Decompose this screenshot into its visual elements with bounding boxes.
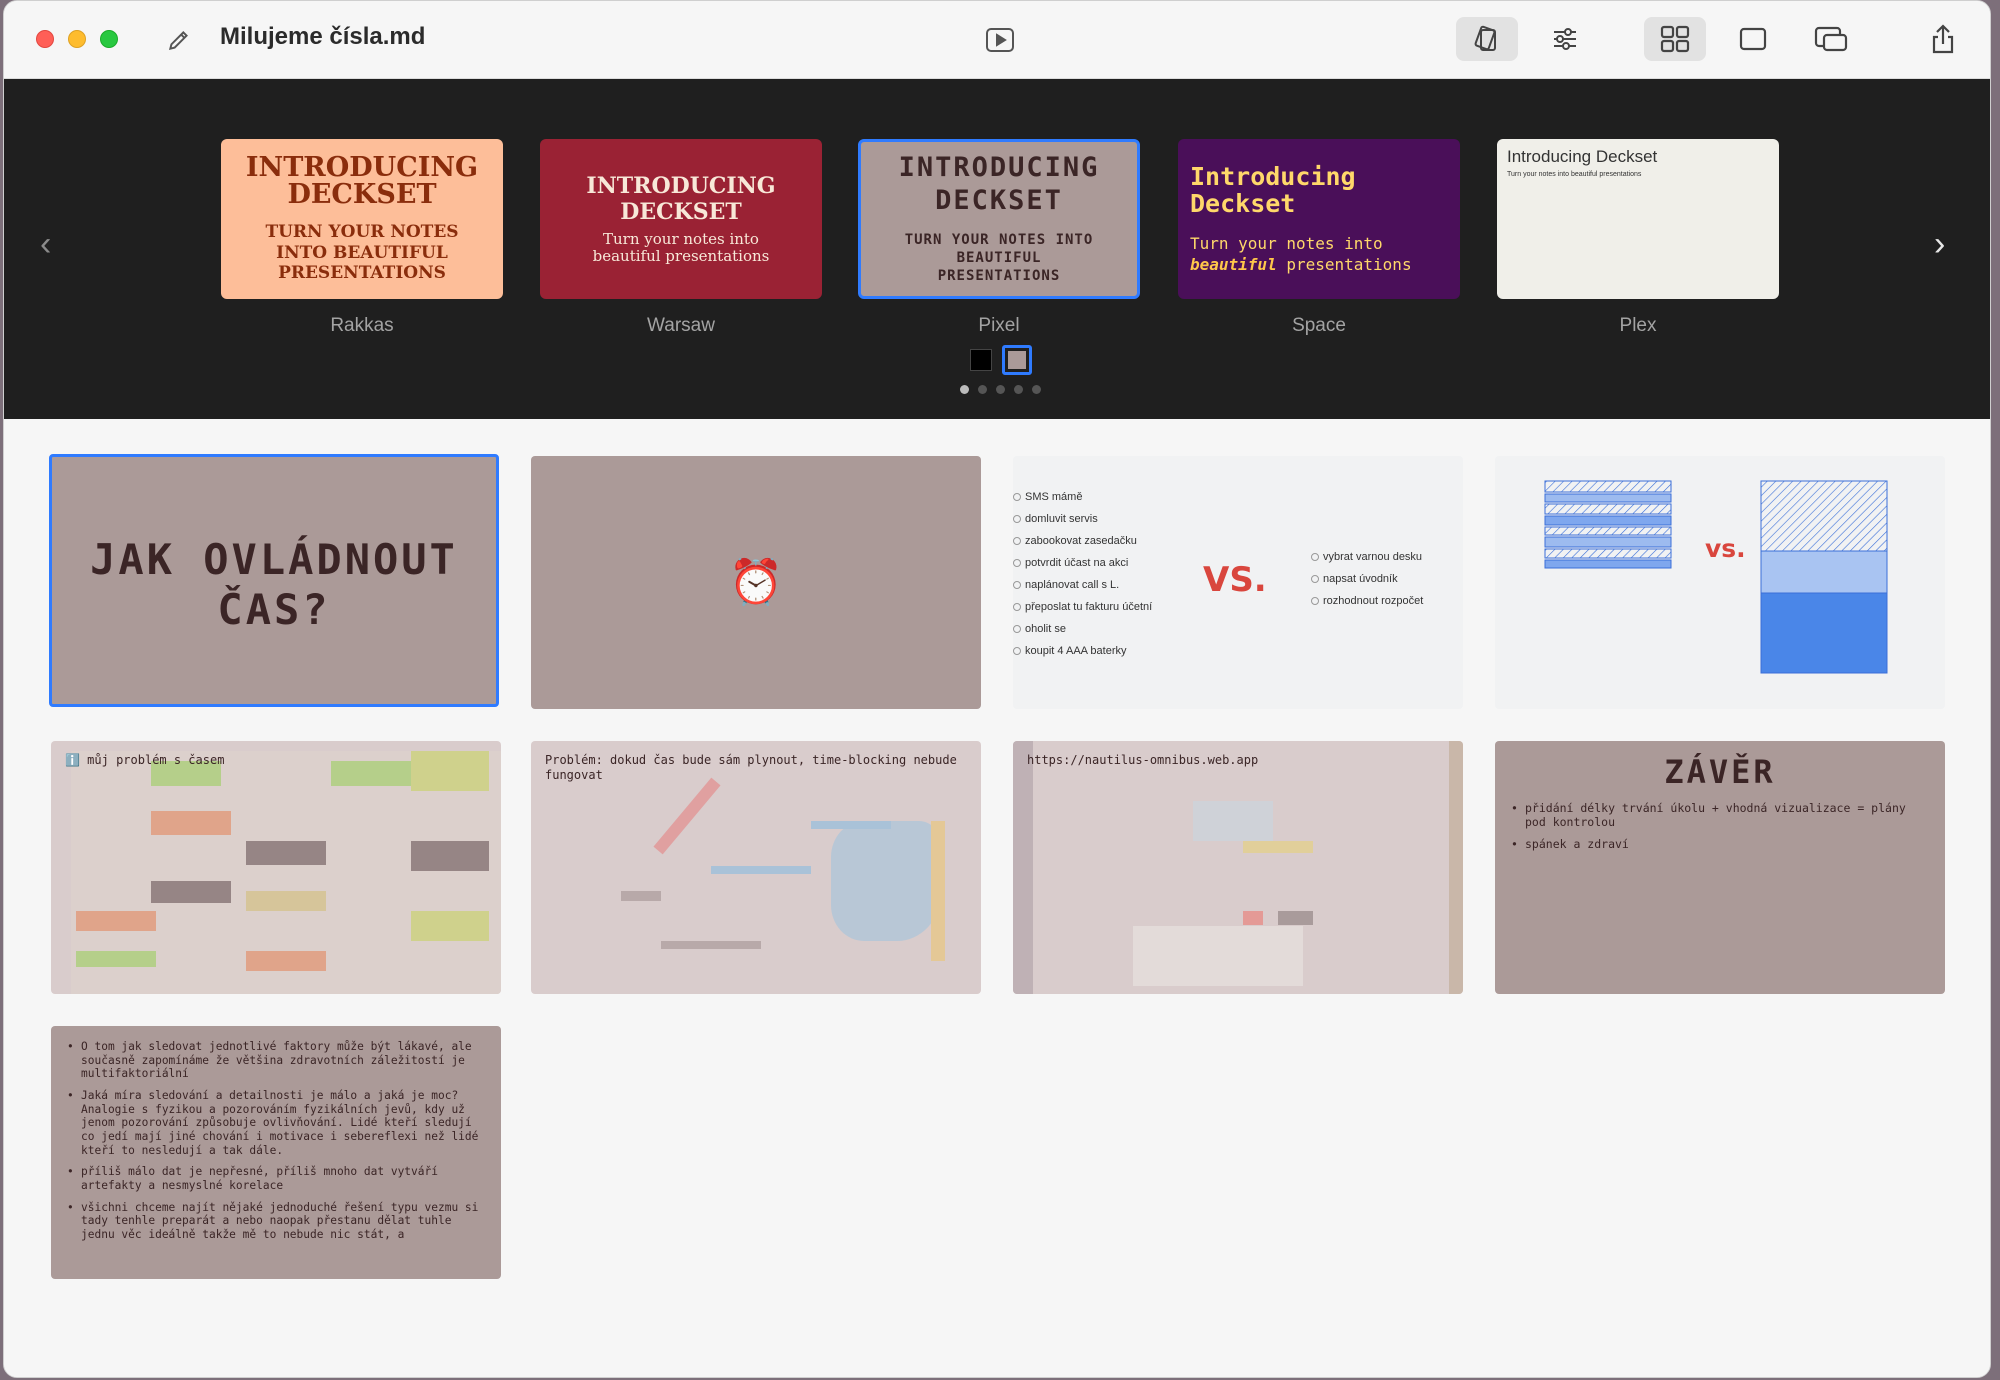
windows-icon[interactable] bbox=[1800, 17, 1862, 61]
theme-picker: ‹ › INTRODUCING DECKSET TURN YOUR NOTES … bbox=[4, 79, 1990, 419]
theme-name: Rakkas bbox=[330, 315, 394, 336]
chevron-right-icon[interactable]: › bbox=[1934, 227, 1945, 261]
list-item: potvrdit účast na akci bbox=[1013, 552, 1152, 574]
slide-title-line: JAK OVLÁDNOUT bbox=[90, 535, 458, 584]
list-item: přidání délky trvání úkolu + vhodná vizu… bbox=[1507, 801, 1927, 829]
play-icon[interactable] bbox=[982, 23, 1018, 57]
page-dot[interactable] bbox=[996, 385, 1005, 394]
list-item: naplánovat call s L. bbox=[1013, 574, 1152, 596]
page-dot[interactable] bbox=[1032, 385, 1041, 394]
theme-name: Plex bbox=[1619, 315, 1657, 336]
theme-pixel[interactable]: INTRODUCING DECKSET TURN YOUR NOTES INTO… bbox=[858, 139, 1140, 337]
list-item: napsat úvodník bbox=[1311, 568, 1423, 590]
theme-subtitle: Turn your notes into beautiful presentat… bbox=[1507, 171, 1642, 178]
color-variant-gray[interactable] bbox=[1002, 345, 1032, 375]
list-item: spánek a zdraví bbox=[1507, 837, 1927, 851]
page-dot[interactable] bbox=[1014, 385, 1023, 394]
slide-9[interactable]: O tom jak sledovat jednotlivé faktory mů… bbox=[51, 1026, 501, 1279]
theme-heading: INTRODUCING DECKSET bbox=[898, 152, 1100, 216]
slide-caption: https://nautilus-omnibus.web.app bbox=[1027, 753, 1259, 767]
chevron-left-icon[interactable]: ‹ bbox=[40, 227, 51, 261]
theme-name: Space bbox=[1292, 315, 1346, 336]
slide-title: ZÁVĚR bbox=[1664, 753, 1776, 791]
theme-name: Warsaw bbox=[647, 315, 715, 336]
list-item: rozhodnout rozpočet bbox=[1311, 590, 1423, 612]
theme-warsaw[interactable]: INTRODUCING DECKSET Turn your notes into… bbox=[540, 139, 822, 337]
slide-7[interactable]: https://nautilus-omnibus.web.app bbox=[1013, 741, 1463, 994]
titlebar: Milujeme čísla.md bbox=[4, 1, 1990, 79]
minimize-window-button[interactable] bbox=[68, 30, 86, 48]
list-item: příliš málo dat je nepřesné, příliš mnoh… bbox=[63, 1165, 485, 1192]
sliders-icon[interactable] bbox=[1534, 17, 1596, 61]
theme-thumbnail: INTRODUCING DECKSET Turn your notes into… bbox=[540, 139, 822, 299]
list-item: všichni chceme najít nějaké jednoduché ř… bbox=[63, 1201, 485, 1242]
slide-caption: Problém: dokud čas bude sám plynout, tim… bbox=[545, 753, 957, 782]
theme-subtitle: Turn your notes into beautiful presentat… bbox=[1190, 234, 1412, 276]
list-item: přeposlat tu fakturu účetní bbox=[1013, 596, 1152, 618]
theme-subtitle-part: Turn your notes into bbox=[1190, 233, 1383, 253]
slide-grid: JAK OVLÁDNOUT ČAS? ⏰ SMS mámě domluvit s… bbox=[4, 419, 1990, 1377]
task-list-right: vybrat varnou desku napsat úvodník rozho… bbox=[1311, 546, 1423, 612]
theme-icon[interactable] bbox=[1456, 17, 1518, 61]
share-icon[interactable] bbox=[1912, 17, 1974, 61]
alarm-clock-icon: ⏰ bbox=[728, 558, 784, 607]
list-item: O tom jak sledovat jednotlivé faktory mů… bbox=[63, 1040, 485, 1081]
list-item: Jaká míra sledování a detailnosti je mál… bbox=[63, 1089, 485, 1157]
theme-heading: INTRODUCING DECKSET bbox=[586, 172, 776, 225]
slide-2[interactable]: ⏰ bbox=[531, 456, 981, 709]
list-item: vybrat varnou desku bbox=[1311, 546, 1423, 568]
grid-icon[interactable] bbox=[1644, 17, 1706, 61]
slide-4[interactable]: vs. bbox=[1495, 456, 1945, 709]
theme-heading: INTRODUCING DECKSET bbox=[245, 152, 479, 211]
vs-label: vs. bbox=[1705, 534, 1746, 563]
theme-subtitle-emphasis: beautiful bbox=[1190, 254, 1277, 274]
slide-title-line: ČAS? bbox=[217, 585, 331, 635]
fragmented-stack bbox=[1544, 480, 1672, 569]
slide-1[interactable]: JAK OVLÁDNOUT ČAS? bbox=[49, 454, 499, 707]
page-dot[interactable] bbox=[978, 385, 987, 394]
comparison-illustration bbox=[1544, 480, 1888, 674]
theme-subtitle: Turn your notes into beautiful presentat… bbox=[592, 229, 770, 265]
task-list-left: SMS mámě domluvit servis zabookovat zase… bbox=[1013, 486, 1152, 662]
list-item: SMS mámě bbox=[1013, 486, 1152, 508]
slide-3[interactable]: SMS mámě domluvit servis zabookovat zase… bbox=[1013, 456, 1463, 709]
color-variant-black[interactable] bbox=[970, 349, 992, 371]
theme-thumbnail: INTRODUCING DECKSET TURN YOUR NOTES INTO… bbox=[858, 139, 1140, 299]
theme-heading: Introducing Deckset bbox=[1190, 161, 1356, 219]
page-dot[interactable] bbox=[960, 385, 969, 394]
list-item: zabookovat zasedačku bbox=[1013, 530, 1152, 552]
single-slide-icon[interactable] bbox=[1722, 17, 1784, 61]
theme-name: Pixel bbox=[978, 315, 1020, 336]
theme-subtitle: TURN YOUR NOTES INTO BEAUTIFUL PRESENTAT… bbox=[904, 232, 1094, 285]
theme-thumbnail: Introducing Deckset Turn your notes into… bbox=[1178, 139, 1460, 299]
list-item: oholit se bbox=[1013, 618, 1152, 640]
theme-space[interactable]: Introducing Deckset Turn your notes into… bbox=[1178, 139, 1460, 337]
theme-plex[interactable]: Introducing Deckset Turn your notes into… bbox=[1497, 139, 1779, 337]
slide-caption: ℹ️ můj problém s časem bbox=[65, 753, 225, 767]
pencil-icon[interactable] bbox=[164, 25, 194, 55]
list-item: koupit 4 AAA baterky bbox=[1013, 640, 1152, 662]
page-indicator bbox=[960, 385, 1041, 394]
slide-title: JAK OVLÁDNOUT ČAS? bbox=[52, 535, 496, 636]
theme-heading: Introducing Deckset bbox=[1507, 147, 1658, 166]
vs-label: VS. bbox=[1203, 560, 1267, 600]
document-title: Milujeme čísla.md bbox=[220, 23, 426, 50]
bullet-list: přidání délky trvání úkolu + vhodná vizu… bbox=[1507, 801, 1927, 859]
theme-subtitle: TURN YOUR NOTES INTO BEAUTIFUL PRESENTAT… bbox=[265, 222, 459, 284]
block-stack bbox=[1760, 480, 1888, 674]
theme-rakkas[interactable]: INTRODUCING DECKSET TURN YOUR NOTES INTO… bbox=[221, 139, 503, 337]
bullet-list: O tom jak sledovat jednotlivé faktory mů… bbox=[63, 1040, 485, 1250]
close-window-button[interactable] bbox=[36, 30, 54, 48]
theme-subtitle-part: presentations bbox=[1286, 254, 1412, 274]
zoom-window-button[interactable] bbox=[100, 30, 118, 48]
slide-8[interactable]: ZÁVĚR přidání délky trvání úkolu + vhodn… bbox=[1495, 741, 1945, 994]
app-window: Milujeme čísla.md ‹ › INTRODUCING DECKSE… bbox=[3, 0, 1991, 1378]
list-item: domluvit servis bbox=[1013, 508, 1152, 530]
slide-5[interactable]: ℹ️ můj problém s časem bbox=[51, 741, 501, 994]
theme-thumbnail: INTRODUCING DECKSET TURN YOUR NOTES INTO… bbox=[221, 139, 503, 299]
theme-thumbnail: Introducing Deckset Turn your notes into… bbox=[1497, 139, 1779, 299]
slide-6[interactable]: Problém: dokud čas bude sám plynout, tim… bbox=[531, 741, 981, 994]
